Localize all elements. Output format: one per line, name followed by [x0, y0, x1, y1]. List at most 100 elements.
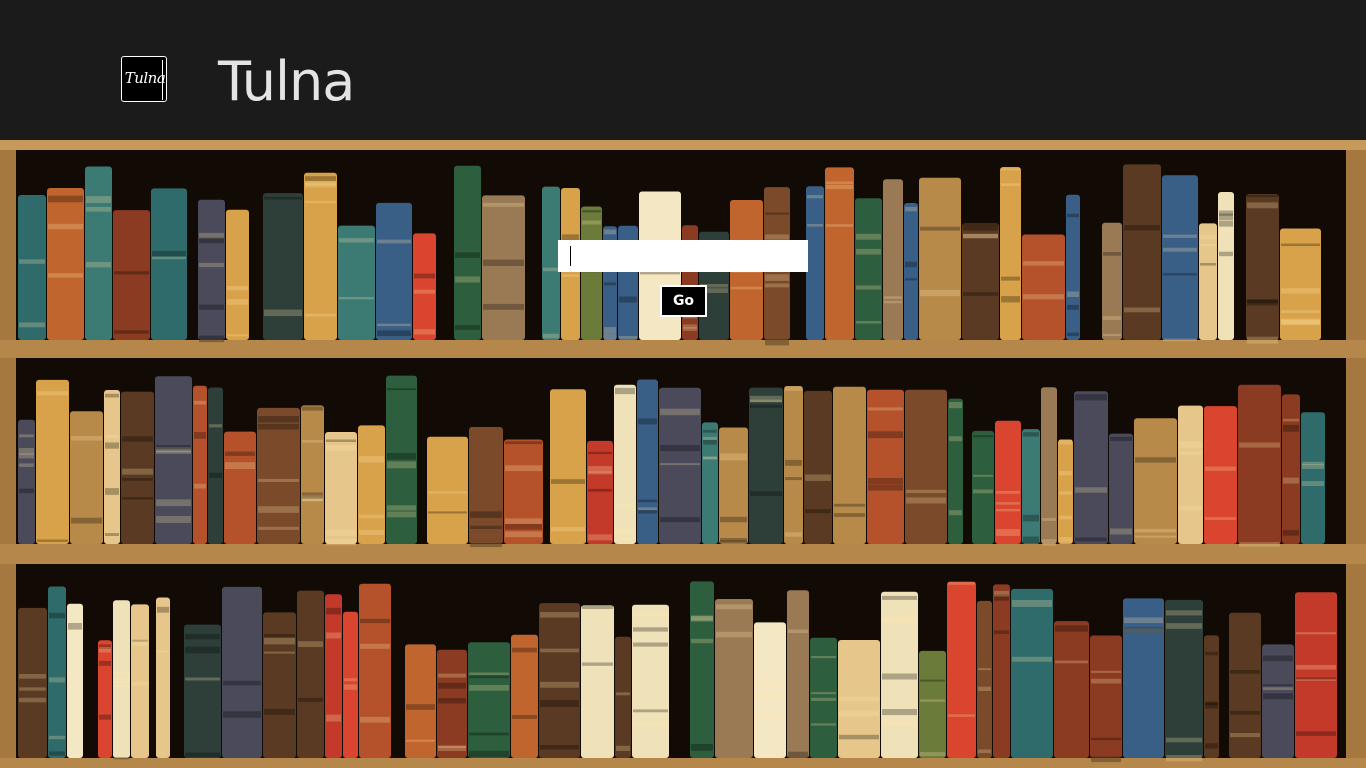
book-texture: [1067, 304, 1079, 310]
book-texture: [588, 534, 612, 541]
book-spine: [511, 634, 538, 758]
book-spine: [263, 193, 303, 340]
book-texture: [156, 499, 191, 507]
book-texture: [963, 233, 998, 239]
search-input[interactable]: [558, 240, 808, 272]
book-spine: [226, 209, 249, 340]
book-spine: [427, 436, 468, 544]
book-texture: [660, 408, 700, 416]
book-texture: [132, 681, 148, 686]
book-spine: [1262, 644, 1294, 758]
book-texture: [49, 735, 65, 740]
book-texture: [227, 334, 248, 337]
book-texture: [360, 618, 390, 624]
book-spine: [962, 223, 999, 340]
book-texture: [438, 682, 466, 689]
book-texture: [505, 465, 542, 472]
book-texture: [691, 638, 713, 644]
book-spine: [587, 440, 613, 544]
book-texture: [359, 514, 384, 519]
book-texture: [785, 386, 802, 391]
book-texture: [750, 395, 782, 403]
book-texture: [37, 391, 68, 396]
book-texture: [1023, 432, 1039, 437]
book-texture: [339, 238, 374, 243]
book-texture: [660, 445, 700, 452]
book-texture: [582, 210, 601, 213]
book-texture: [305, 313, 336, 317]
book-texture: [615, 504, 635, 508]
book-texture: [264, 651, 295, 654]
book-texture: [469, 672, 509, 675]
book-texture: [856, 248, 881, 255]
book-spine: [156, 597, 170, 758]
book-texture: [948, 582, 975, 585]
book-texture: [194, 432, 206, 439]
book-texture: [326, 439, 356, 442]
book-spine: [208, 387, 223, 544]
book-texture: [582, 662, 613, 666]
book-texture: [1091, 756, 1121, 763]
book-texture: [258, 423, 299, 430]
book-spine: [184, 624, 221, 758]
book-texture: [377, 330, 411, 336]
book-texture: [920, 699, 945, 702]
book-texture: [856, 285, 881, 290]
book-texture: [920, 752, 945, 757]
book-texture: [807, 224, 823, 227]
book-texture: [105, 488, 119, 495]
book-texture: [1124, 627, 1163, 634]
book-texture: [438, 673, 466, 678]
book-texture: [86, 206, 111, 212]
book-texture: [185, 677, 220, 681]
book-texture: [1281, 243, 1320, 247]
book-texture: [505, 518, 542, 524]
book-texture: [68, 623, 82, 630]
book-texture: [1012, 600, 1052, 607]
book-texture: [209, 472, 222, 478]
book-texture: [469, 750, 509, 757]
book-spine: [825, 167, 854, 340]
book-texture: [199, 304, 224, 310]
go-button[interactable]: Go: [660, 285, 707, 317]
book-texture: [856, 233, 881, 240]
book-spine: [637, 379, 658, 544]
book-texture: [1281, 288, 1320, 294]
book-spine: [1134, 418, 1177, 544]
book-texture: [604, 282, 616, 286]
book-spine: [376, 202, 412, 340]
book-spine: [804, 390, 832, 544]
book-texture: [469, 675, 509, 679]
book-spine: [198, 199, 225, 340]
book-spine: [468, 642, 510, 758]
book-texture: [326, 445, 356, 451]
book-texture: [949, 436, 962, 442]
book-texture: [122, 468, 153, 475]
book-texture: [1247, 202, 1278, 209]
book-texture: [720, 538, 747, 542]
book-texture: [48, 273, 83, 278]
book-texture: [604, 229, 616, 235]
book-texture: [811, 723, 836, 726]
book-texture: [540, 681, 579, 688]
book-texture: [1263, 687, 1293, 690]
book-texture: [703, 436, 717, 440]
book-texture: [839, 710, 879, 717]
book-texture: [1200, 263, 1216, 266]
book-texture: [826, 181, 853, 185]
book-texture: [359, 456, 384, 463]
book-texture: [731, 286, 762, 290]
book-texture: [973, 435, 993, 438]
book-texture: [1302, 464, 1324, 469]
book-texture: [360, 716, 390, 723]
book-texture: [1001, 168, 1020, 171]
book-texture: [19, 448, 34, 455]
book-texture: [720, 516, 747, 523]
book-texture: [223, 680, 261, 686]
book-texture: [225, 462, 255, 469]
book-texture: [691, 615, 713, 622]
book-texture: [1124, 617, 1163, 624]
book-spine: [222, 586, 262, 758]
book-texture: [414, 289, 435, 294]
book-texture: [1230, 733, 1260, 738]
